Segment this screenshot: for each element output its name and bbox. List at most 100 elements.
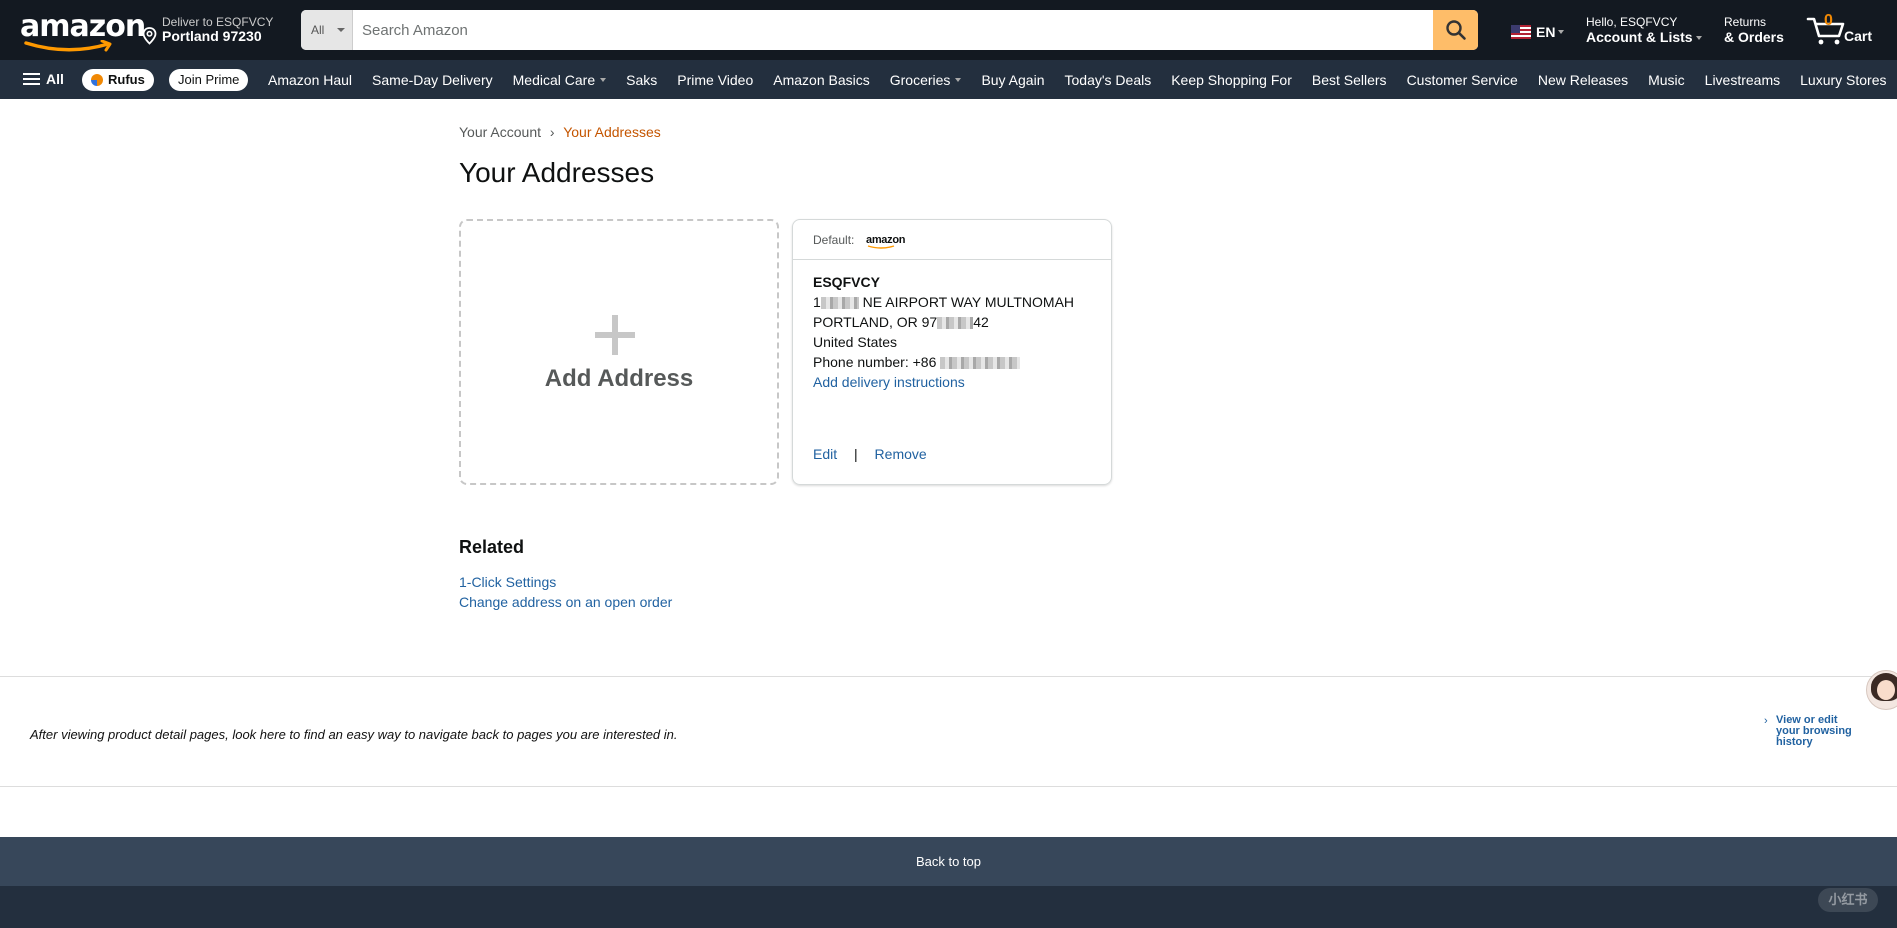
add-delivery-instructions-link[interactable]: Add delivery instructions [813,372,1074,392]
join-prime-label: Join Prime [178,72,240,87]
address-country: United States [813,334,898,350]
redacted-text [937,317,974,330]
cart-button[interactable]: 0 Cart [1806,12,1878,48]
top-nav: amazon Deliver to ESQFVCY Portland 97230… [0,0,1897,60]
change-address-open-order-link[interactable]: Change address on an open order [459,592,672,612]
subnav-link-new-releases[interactable]: New Releases [1538,72,1628,88]
watermark: 小红书 [1818,888,1878,912]
all-menu-button[interactable]: All [23,71,64,87]
breadcrumb-your-account[interactable]: Your Account [459,124,541,140]
subnav-link-best-sellers[interactable]: Best Sellers [1312,72,1387,88]
city-suffix: 42 [973,314,989,330]
street-prefix: 1 [813,294,821,310]
breadcrumb-current: Your Addresses [563,124,661,140]
join-prime-button[interactable]: Join Prime [169,69,249,91]
redacted-text [820,297,859,310]
amazon-mini-logo: amazon [866,234,905,249]
logo-smile-icon [24,40,112,52]
subnav-link-medical-care[interactable]: Medical Care [513,72,607,88]
address-street: 1 NE AIRPORT WAY MULTNOMAH [813,292,1074,312]
avatar-face [1877,680,1895,700]
chevron-down-icon [1695,36,1702,41]
remove-address-link[interactable]: Remove [875,446,927,462]
add-address-card[interactable]: Add Address [459,219,779,485]
subnav-link-today-s-deals[interactable]: Today's Deals [1065,72,1152,88]
phone-prefix: Phone number: +86 [813,354,937,370]
deliver-to-location[interactable]: Deliver to ESQFVCY Portland 97230 [142,15,282,47]
default-label: Default: [813,233,855,247]
city-prefix: PORTLAND, OR 97 [813,314,938,330]
edit-address-link[interactable]: Edit [813,446,837,462]
add-address-label: Add Address [544,365,694,392]
subnav-link-label: Amazon Basics [773,71,870,88]
account-greeting: Hello, ESQFVCY [1586,15,1678,29]
back-to-top-button[interactable]: Back to top [0,837,1897,886]
orders-label: & Orders [1724,29,1784,45]
us-flag-icon [1511,25,1531,39]
rufus-button[interactable]: Rufus [82,69,154,91]
rufus-label: Rufus [108,72,145,87]
subnav-link-buy-again[interactable]: Buy Again [981,72,1044,88]
subnav-link-label: Saks [626,71,658,88]
subnav-link-luxury-stores[interactable]: Luxury Stores [1800,72,1886,88]
account-lists-label: Account & Lists [1586,29,1702,45]
subnav-link-same-day-delivery[interactable]: Same-Day Delivery [372,72,493,88]
subnav-link-label: Music [1648,71,1685,88]
search-input[interactable] [353,10,1434,50]
subnav-link-saks[interactable]: Saks [626,72,657,88]
redacted-text [940,357,1021,370]
chevron-down-icon [1558,30,1565,34]
subnav-link-keep-shopping-for[interactable]: Keep Shopping For [1171,72,1292,88]
language-selector[interactable]: EN [1511,24,1565,40]
search-button[interactable] [1433,10,1478,50]
subnav-link-label: Prime Video [677,71,754,88]
address-actions: Edit | Remove [813,446,927,462]
search-category-dropdown[interactable]: All [301,10,353,50]
search-category-label: All [311,23,325,37]
subnav-link-label: Today's Deals [1064,71,1152,88]
logo-text: amazon [20,9,146,44]
subnav-link-livestreams[interactable]: Livestreams [1705,72,1780,88]
address-card-header: Default: amazon [793,220,1111,260]
returns-label: Returns [1724,15,1767,29]
hamburger-menu-icon [23,72,40,86]
subnav-link-music[interactable]: Music [1648,72,1685,88]
action-separator: | [854,446,858,462]
rufus-icon [91,74,103,86]
page-title: Your Addresses [459,157,655,188]
one-click-settings-link[interactable]: 1-Click Settings [459,572,672,592]
default-address-card: Default: amazon ESQFVCY 1 NE AIRPORT WAY… [792,219,1112,485]
address-phone: Phone number: +86 [813,352,1074,372]
subnav-link-label: Customer Service [1406,71,1518,88]
sub-nav: All Rufus Join Prime Amazon Haul Same-Day… [0,60,1897,99]
language-label: EN [1536,24,1556,40]
breadcrumb: Your Account › Your Addresses [459,124,661,140]
browsing-history-section: After viewing product detail pages, look… [0,676,1897,787]
search-bar: All [301,10,1478,50]
related-links: 1-Click Settings Change address on an op… [459,572,672,612]
breadcrumb-separator: › [549,124,555,140]
subnav-link-amazon-basics[interactable]: Amazon Basics [773,72,869,88]
subnav-link-label: Groceries [889,71,951,88]
search-icon [1445,20,1466,40]
account-lists-text: Account & Lists [1586,29,1693,45]
subnav-link-customer-service[interactable]: Customer Service [1407,72,1518,88]
account-and-lists[interactable]: Hello, ESQFVCY Account & Lists [1586,15,1702,45]
view-edit-history-link[interactable]: View or edit your browsing history [1776,715,1860,748]
deliver-label: Deliver to ESQFVCY [162,15,274,29]
subnav-link-label: Amazon Haul [268,71,353,88]
subnav-link-label: Livestreams [1704,71,1781,88]
address-name: ESQFVCY [813,274,880,290]
mini-smile-icon [867,245,895,249]
footer [0,886,1897,928]
amazon-logo[interactable]: amazon [20,9,146,52]
deliver-location: Portland 97230 [162,28,262,44]
subnav-link-groceries[interactable]: Groceries [890,72,962,88]
returns-and-orders[interactable]: Returns & Orders [1724,15,1784,45]
related-heading: Related [459,537,525,557]
cart-count: 0 [1824,12,1833,29]
all-menu-label: All [46,71,64,87]
subnav-link-prime-video[interactable]: Prime Video [677,72,753,88]
subnav-link-amazon-haul[interactable]: Amazon Haul [268,72,352,88]
subnav-link-label: Same-Day Delivery [372,71,493,88]
